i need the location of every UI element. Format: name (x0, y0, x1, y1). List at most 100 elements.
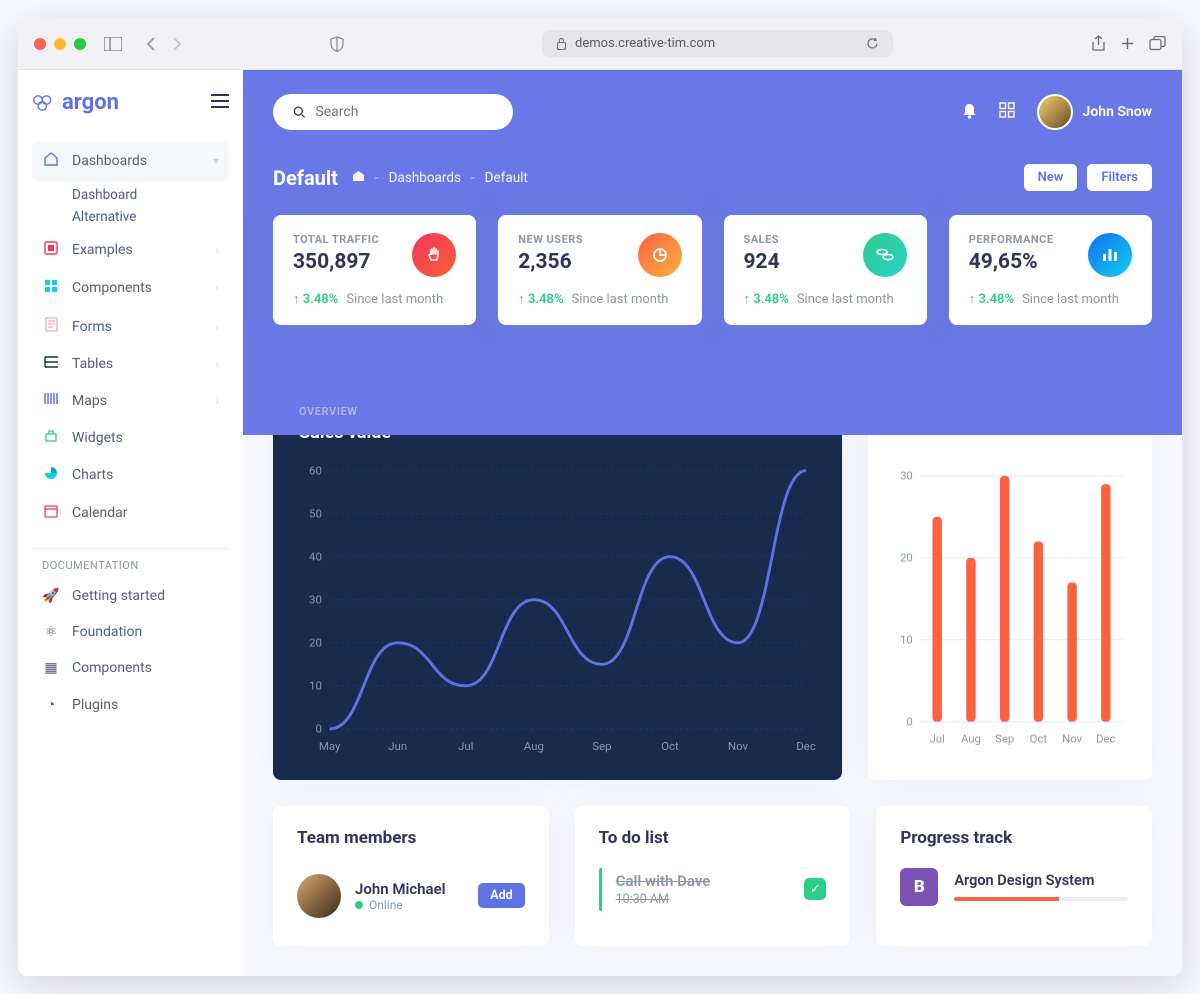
doc-item-components[interactable]: ▦Components (32, 650, 229, 686)
components-icon (42, 279, 60, 297)
sidebar-item-tables[interactable]: Tables › (32, 346, 229, 382)
chevron-right-icon: › (215, 243, 219, 257)
menu-toggle-icon[interactable] (211, 93, 229, 112)
crumb-dashboards[interactable]: Dashboards (389, 170, 461, 186)
orders-bar-chart: 0102030JulAugSepOctNovDec (892, 457, 1128, 750)
svg-text:Nov: Nov (1062, 731, 1082, 745)
maps-icon (42, 392, 60, 409)
stat-card-sales: SALES924 ↑ 3.48%Since last month (724, 215, 927, 325)
calendar-icon (42, 504, 60, 522)
svg-text:Oct: Oct (1029, 731, 1047, 745)
doc-item-getting-started[interactable]: 🚀Getting started (32, 578, 229, 614)
sidebar-item-forms[interactable]: Forms › (32, 307, 229, 346)
progress-panel: Progress track B Argon Design System (876, 806, 1152, 946)
rocket-icon: 🚀 (42, 588, 60, 604)
grid-apps-icon[interactable] (999, 102, 1015, 122)
online-dot-icon (355, 901, 363, 909)
svg-text:Oct: Oct (661, 739, 679, 753)
chevron-right-icon: › (215, 357, 219, 371)
sales-chart-panel: OVERVIEWSales value Month Week 010203040… (273, 383, 842, 780)
progress-item: B Argon Design System (900, 868, 1128, 906)
window-minimize-icon[interactable] (54, 38, 66, 50)
sidebar-item-dashboards[interactable]: Dashboards ▾ (32, 141, 229, 181)
pie-chart-icon (638, 233, 682, 277)
svg-text:Dec: Dec (796, 739, 815, 753)
home-icon (42, 151, 60, 171)
bootstrap-badge-icon: B (900, 868, 938, 906)
url-bar[interactable]: demos.creative-tim.com (542, 30, 893, 57)
reload-icon[interactable] (866, 37, 879, 50)
svg-text:40: 40 (309, 550, 322, 564)
tabs-icon[interactable] (1149, 35, 1166, 52)
svg-text:10: 10 (900, 633, 913, 647)
brand-name: argon (62, 90, 119, 115)
home-crumb-icon[interactable] (352, 170, 365, 186)
traffic-lights[interactable] (34, 38, 86, 50)
breadcrumb: - Dashboards - Default (352, 170, 528, 186)
todo-panel: To do list Call with Dave 10:30 AM ✓ (575, 806, 851, 946)
window-close-icon[interactable] (34, 38, 46, 50)
stat-card-performance: PERFORMANCE49,65% ↑ 3.48%Since last mont… (949, 215, 1152, 325)
crumb-default: Default (485, 170, 528, 186)
svg-text:30: 30 (900, 469, 913, 483)
examples-icon (42, 241, 60, 259)
svg-text:10: 10 (309, 679, 322, 693)
svg-text:Nov: Nov (728, 739, 749, 753)
share-icon[interactable] (1091, 35, 1106, 52)
doc-item-plugins[interactable]: ◔Plugins (32, 686, 229, 723)
sidebar-item-examples[interactable]: Examples › (32, 231, 229, 269)
sidebar-item-charts[interactable]: Charts (32, 456, 229, 494)
progress-bar (954, 897, 1128, 901)
search-input[interactable] (315, 104, 493, 120)
doc-item-foundation[interactable]: ⚛Foundation (32, 614, 229, 650)
browser-titlebar: demos.creative-tim.com (18, 18, 1182, 70)
sales-line-chart: 0102030405060MayJunJulAugSepOctNovDec (299, 461, 816, 758)
nav-forward-icon[interactable] (170, 37, 182, 51)
sidebar-item-widgets[interactable]: Widgets (32, 419, 229, 456)
doc-heading: DOCUMENTATION (32, 559, 229, 572)
search-box[interactable] (273, 94, 513, 130)
sidebar-item-label: Dashboards (72, 153, 147, 169)
url-text: demos.creative-tim.com (575, 36, 715, 51)
forms-icon (42, 317, 60, 336)
sidebar-sub-dashboard[interactable]: Dashboard (32, 187, 229, 203)
lock-icon (556, 37, 567, 50)
svg-text:Sep: Sep (592, 739, 611, 753)
new-tab-icon[interactable] (1120, 35, 1135, 52)
bell-icon[interactable] (962, 102, 977, 123)
nav-back-icon[interactable] (146, 37, 158, 51)
hand-icon (412, 233, 456, 277)
user-name: John Snow (1083, 104, 1152, 120)
svg-text:Jul: Jul (929, 731, 944, 745)
sidebar-sub-alternative[interactable]: Alternative (32, 209, 229, 225)
window-maximize-icon[interactable] (74, 38, 86, 50)
svg-text:Aug: Aug (961, 731, 981, 745)
brand[interactable]: argon (32, 90, 119, 115)
brand-logo-icon (32, 92, 54, 114)
shield-icon[interactable] (330, 36, 344, 52)
svg-text:60: 60 (309, 463, 322, 477)
svg-text:0: 0 (906, 714, 912, 728)
svg-text:May: May (319, 739, 341, 753)
todo-item[interactable]: Call with Dave 10:30 AM ✓ (599, 868, 827, 911)
tables-icon (42, 356, 60, 372)
bar-chart-icon (1088, 233, 1132, 277)
team-member-row: John Michael Online Add (297, 868, 525, 924)
checkbox-checked-icon[interactable]: ✓ (804, 878, 826, 900)
user-menu[interactable]: John Snow (1037, 94, 1152, 130)
add-member-button[interactable]: Add (478, 883, 524, 908)
orders-chart-panel: PERFORMANCETotal orders 0102030JulAugSep… (868, 383, 1152, 780)
sidebar-item-maps[interactable]: Maps › (32, 382, 229, 419)
svg-text:0: 0 (316, 722, 322, 736)
sidebar-item-calendar[interactable]: Calendar (32, 494, 229, 532)
stat-card-users: NEW USERS2,356 ↑ 3.48%Since last month (498, 215, 701, 325)
sidebar-item-components[interactable]: Components › (32, 269, 229, 307)
filters-button[interactable]: Filters (1087, 164, 1152, 191)
svg-text:Jul: Jul (458, 739, 473, 753)
new-button[interactable]: New (1024, 164, 1078, 191)
chevron-right-icon: › (215, 320, 219, 334)
sidebar-toggle-icon[interactable] (104, 37, 122, 51)
grid-icon: ▦ (42, 660, 60, 676)
delta-up-icon: ↑ 3.48% (293, 291, 338, 307)
sidebar: argon Dashboards ▾ Dashboard Alternative… (18, 70, 243, 976)
